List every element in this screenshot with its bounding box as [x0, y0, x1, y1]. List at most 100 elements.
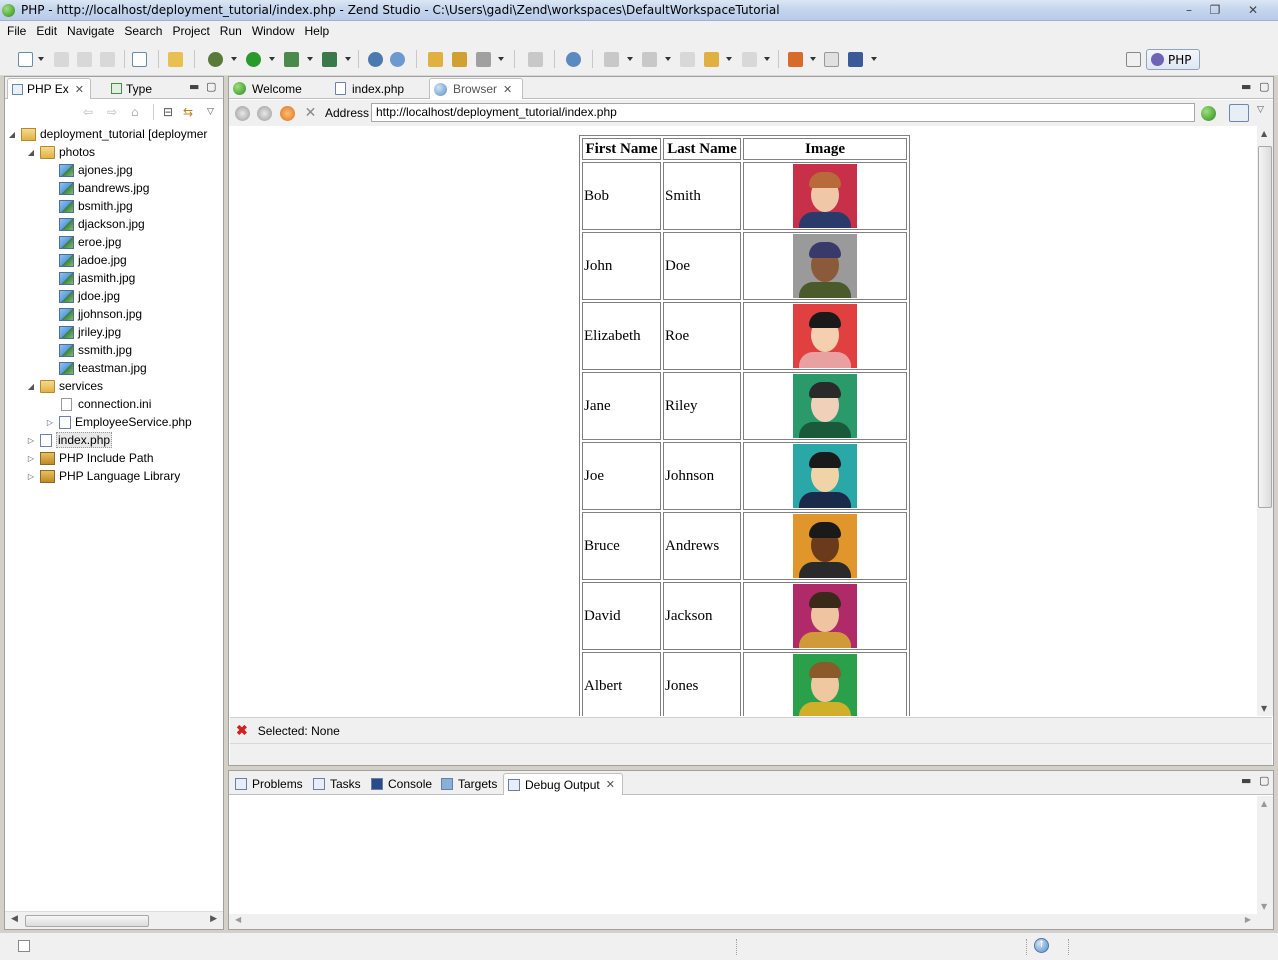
browser-globe-icon[interactable]: [566, 52, 581, 67]
tree-item[interactable]: ajones.jpg: [45, 161, 133, 179]
view-menu-icon[interactable]: ▽: [207, 106, 219, 118]
close-tab-icon[interactable]: ✕: [503, 83, 512, 96]
tree-item[interactable]: ssmith.jpg: [45, 341, 132, 359]
wand-dropdown-arrow[interactable]: [498, 57, 504, 61]
minimize-bottom-panel-icon[interactable]: ▬: [1241, 774, 1251, 787]
maximize-editor-icon[interactable]: ▢: [1259, 80, 1269, 93]
deploy-dropdown-arrow[interactable]: [810, 57, 816, 61]
tree-item[interactable]: bandrews.jpg: [45, 179, 149, 197]
browser-vertical-scrollbar[interactable]: ▲ ▼: [1257, 126, 1273, 716]
maximize-bottom-panel-icon[interactable]: ▢: [1259, 774, 1269, 787]
forward-icon[interactable]: ⇨: [107, 106, 119, 118]
next-annotation-dropdown-arrow[interactable]: [627, 57, 633, 61]
update-icon[interactable]: ↑: [1034, 938, 1049, 953]
deploy-icon[interactable]: [788, 52, 803, 67]
address-input[interactable]: http://localhost/deployment_tutorial/ind…: [371, 103, 1195, 122]
scroll-left-icon[interactable]: ◀: [235, 915, 241, 924]
tree-item[interactable]: ◢ photos: [26, 143, 95, 161]
expanded-twistie-icon[interactable]: ◢: [26, 148, 36, 157]
print-icon[interactable]: [100, 52, 115, 67]
close-window-button[interactable]: ✕: [1240, 1, 1266, 18]
back-arrow-icon[interactable]: [704, 52, 719, 67]
pen-icon[interactable]: [528, 52, 543, 67]
browser-back-icon[interactable]: [235, 106, 250, 121]
menu-window[interactable]: Window: [247, 21, 300, 42]
scroll-down-icon[interactable]: ▼: [1261, 902, 1267, 911]
new-php-file-icon[interactable]: [132, 52, 147, 67]
tree-item[interactable]: ◢ services: [26, 377, 103, 395]
collapsed-twistie-icon[interactable]: ▷: [26, 436, 36, 445]
maximize-panel-icon[interactable]: ▢: [206, 80, 216, 93]
expanded-twistie-icon[interactable]: ◢: [7, 130, 17, 139]
php-perspective-button[interactable]: PHP: [1146, 49, 1200, 70]
external-tools-dropdown-arrow[interactable]: [345, 57, 351, 61]
collapsed-twistie-icon[interactable]: ▷: [26, 454, 36, 463]
tree-item[interactable]: ▷ index.php: [26, 431, 113, 449]
back-icon[interactable]: ⇦: [83, 106, 95, 118]
new-dropdown-arrow[interactable]: [38, 57, 44, 61]
tab-tasks[interactable]: Tasks: [309, 773, 365, 795]
close-tab-icon[interactable]: ✕: [75, 83, 84, 96]
open-type-icon[interactable]: [168, 52, 183, 67]
collapsed-twistie-icon[interactable]: ▷: [26, 472, 36, 481]
menu-run[interactable]: Run: [215, 21, 247, 42]
tab-welcome[interactable]: Welcome: [229, 78, 325, 99]
new-icon[interactable]: [18, 52, 33, 67]
menu-file[interactable]: File: [2, 21, 31, 42]
tab-debug-output[interactable]: Debug Output ✕: [503, 773, 623, 795]
previous-annotation-dropdown-arrow[interactable]: [665, 57, 671, 61]
debug-dropdown-arrow[interactable]: [231, 57, 237, 61]
scroll-right-icon[interactable]: ▶: [210, 914, 217, 924]
menu-help[interactable]: Help: [300, 21, 335, 42]
open-project-icon[interactable]: [452, 52, 467, 67]
run-icon[interactable]: [246, 52, 261, 67]
tree-item[interactable]: ◢ deployment_tutorial [deploymer: [7, 125, 208, 143]
copy-icon[interactable]: [824, 52, 839, 67]
tab-console[interactable]: Console: [367, 773, 435, 795]
minimize-panel-icon[interactable]: ▬: [189, 80, 199, 93]
last-edit-location-icon[interactable]: [680, 52, 695, 67]
scrollbar-thumb[interactable]: [25, 915, 149, 927]
profile-dropdown-arrow[interactable]: [307, 57, 313, 61]
tree-item[interactable]: bsmith.jpg: [45, 197, 133, 215]
browser-forward-icon[interactable]: [257, 106, 272, 121]
fast-view-icon[interactable]: [18, 940, 30, 952]
scrollbar-thumb[interactable]: [1258, 146, 1272, 508]
tab-targets[interactable]: Targets: [437, 773, 501, 795]
tree-item[interactable]: connection.ini: [45, 395, 151, 413]
tree-item[interactable]: ▷ PHP Language Library: [26, 467, 180, 485]
open-folder-icon[interactable]: [428, 52, 443, 67]
tree-item[interactable]: jadoe.jpg: [45, 251, 127, 269]
forward-dropdown-arrow[interactable]: [764, 57, 770, 61]
browser-go-icon[interactable]: [1201, 106, 1216, 121]
menu-edit[interactable]: Edit: [31, 21, 62, 42]
scroll-left-icon[interactable]: ◀: [11, 914, 18, 924]
tree-item[interactable]: jjohnson.jpg: [45, 305, 142, 323]
browser-menu-icon[interactable]: ▽: [1257, 105, 1264, 115]
open-perspective-icon[interactable]: [1126, 52, 1141, 67]
run-dropdown-arrow[interactable]: [269, 57, 275, 61]
browser-stop-icon[interactable]: ✕: [303, 106, 318, 121]
external-tools-icon[interactable]: [322, 52, 337, 67]
expanded-twistie-icon[interactable]: ◢: [26, 382, 36, 391]
minimize-button[interactable]: –: [1176, 1, 1202, 18]
tree-item[interactable]: jdoe.jpg: [45, 287, 120, 305]
menu-navigate[interactable]: Navigate: [62, 21, 119, 42]
tab-browser[interactable]: Browser ✕: [429, 78, 523, 99]
menu-project[interactable]: Project: [167, 21, 214, 42]
back-dropdown-arrow[interactable]: [726, 57, 732, 61]
close-tab-icon[interactable]: ✕: [606, 778, 615, 791]
scroll-down-icon[interactable]: ▼: [1261, 704, 1267, 713]
tab-type-hierarchy[interactable]: Type: [107, 78, 167, 99]
tree-item[interactable]: jasmith.jpg: [45, 269, 135, 287]
wand-icon[interactable]: [476, 52, 491, 67]
profile-icon[interactable]: [284, 52, 299, 67]
home-icon[interactable]: ⌂: [131, 106, 143, 118]
maximize-button[interactable]: ❐: [1202, 1, 1228, 18]
save-all-icon[interactable]: [77, 52, 92, 67]
forward-arrow-icon[interactable]: [742, 52, 757, 67]
minimize-editor-icon[interactable]: ▬: [1241, 80, 1251, 93]
menu-search[interactable]: Search: [119, 21, 167, 42]
next-annotation-icon[interactable]: [604, 52, 619, 67]
bottom-vertical-scrollbar[interactable]: ▲ ▼: [1257, 796, 1273, 914]
